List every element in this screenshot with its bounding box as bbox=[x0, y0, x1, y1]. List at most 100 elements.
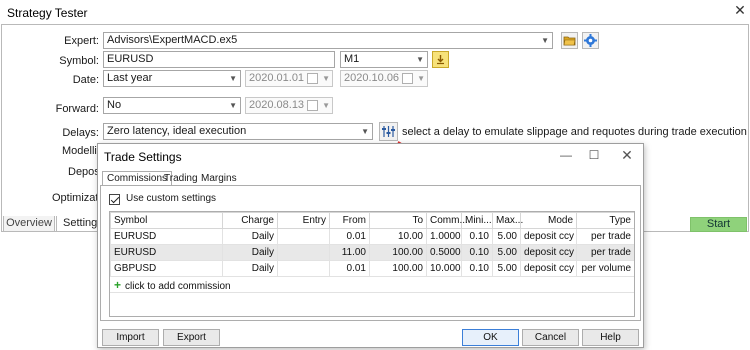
timeframe-select[interactable]: M1 ▼ bbox=[340, 51, 428, 68]
maximize-icon[interactable]: ☐ bbox=[584, 147, 604, 163]
close-icon[interactable]: ✕ bbox=[733, 3, 747, 17]
date-range-select[interactable]: Last year ▼ bbox=[103, 70, 241, 87]
column-header[interactable]: Charge bbox=[222, 212, 278, 229]
table-cell[interactable]: 0.10 bbox=[461, 228, 493, 245]
table-cell[interactable]: 10.00 bbox=[369, 228, 427, 245]
gear-icon[interactable] bbox=[582, 32, 599, 49]
commissions-table: Symbol Charge Entry From To Comm... Mini… bbox=[110, 212, 634, 277]
table-header-row: Symbol Charge Entry From To Comm... Mini… bbox=[110, 212, 634, 229]
column-header[interactable]: Type bbox=[576, 212, 634, 229]
table-cell[interactable]: Daily bbox=[222, 260, 278, 277]
column-header[interactable]: Mode bbox=[520, 212, 577, 229]
table-cell[interactable]: GBPUSD bbox=[110, 260, 223, 277]
forward-date-value: 2020.08.13 bbox=[249, 99, 305, 111]
column-header[interactable]: Max... bbox=[492, 212, 523, 229]
timeframe-value: M1 bbox=[344, 53, 360, 65]
dropdown-arrow-icon: ▼ bbox=[416, 55, 424, 64]
column-header[interactable]: To bbox=[369, 212, 427, 229]
plus-icon: + bbox=[114, 278, 122, 292]
tab-margins[interactable]: Margins bbox=[196, 171, 242, 186]
table-cell[interactable] bbox=[277, 244, 330, 261]
date-range-value: Last year bbox=[107, 72, 153, 84]
table-cell[interactable]: 0.01 bbox=[329, 260, 370, 277]
table-cell[interactable]: 5.00 bbox=[492, 228, 521, 245]
delay-settings-icon[interactable] bbox=[379, 122, 398, 141]
delays-select[interactable]: Zero latency, ideal execution ▼ bbox=[103, 123, 373, 140]
date-from-field[interactable]: 2020.01.01 ▼ bbox=[245, 70, 333, 87]
table-cell[interactable]: Daily bbox=[222, 228, 278, 245]
dropdown-arrow-icon: ▼ bbox=[541, 36, 549, 45]
table-cell[interactable]: 11.00 bbox=[329, 244, 370, 261]
delays-label: Delays: bbox=[62, 127, 99, 139]
commissions-panel: Use custom settings Symbol Charge Entry … bbox=[100, 185, 641, 321]
table-row[interactable]: GBPUSD Daily 0.01 100.00 10.0000 0.10 5.… bbox=[110, 260, 634, 277]
column-header[interactable]: Comm... bbox=[426, 212, 468, 229]
delays-value: Zero latency, ideal execution bbox=[107, 125, 247, 137]
folder-icon[interactable] bbox=[561, 32, 578, 49]
expert-value: Advisors\ExpertMACD.ex5 bbox=[107, 34, 238, 46]
table-cell[interactable]: 10.0000 bbox=[426, 260, 462, 277]
minimize-icon[interactable]: — bbox=[556, 147, 576, 163]
forward-date-field[interactable]: 2020.08.13 ▼ bbox=[245, 97, 333, 114]
table-cell[interactable]: per trade bbox=[576, 228, 634, 245]
table-row[interactable]: EURUSD Daily 0.01 10.00 1.0000 0.10 5.00… bbox=[110, 228, 634, 245]
column-header[interactable]: Entry bbox=[277, 212, 330, 229]
table-cell[interactable]: EURUSD bbox=[110, 228, 223, 245]
table-cell[interactable] bbox=[277, 260, 330, 277]
dropdown-arrow-icon: ▼ bbox=[229, 101, 237, 110]
download-icon[interactable] bbox=[432, 51, 449, 68]
symbol-input[interactable]: EURUSD bbox=[103, 51, 335, 68]
start-button[interactable]: Start bbox=[690, 217, 747, 232]
table-cell[interactable]: 0.10 bbox=[461, 260, 493, 277]
tab-overview[interactable]: Overview bbox=[3, 216, 55, 232]
table-cell[interactable]: 5.00 bbox=[492, 260, 521, 277]
symbol-label: Symbol: bbox=[59, 55, 99, 67]
cancel-button[interactable]: Cancel bbox=[522, 329, 579, 346]
table-cell[interactable]: 100.00 bbox=[369, 244, 427, 261]
add-commission-label: click to add commission bbox=[125, 281, 231, 292]
table-cell[interactable]: 0.01 bbox=[329, 228, 370, 245]
ok-button[interactable]: OK bbox=[462, 329, 519, 346]
dropdown-arrow-icon: ▼ bbox=[361, 127, 369, 136]
calendar-icon[interactable] bbox=[307, 73, 318, 84]
dropdown-arrow-icon: ▼ bbox=[417, 74, 425, 83]
table-cell[interactable]: EURUSD bbox=[110, 244, 223, 261]
table-cell[interactable]: 1.0000 bbox=[426, 228, 462, 245]
calendar-icon[interactable] bbox=[402, 73, 413, 84]
import-button[interactable]: Import bbox=[102, 329, 159, 346]
dropdown-arrow-icon: ▼ bbox=[322, 101, 330, 110]
forward-select[interactable]: No ▼ bbox=[103, 97, 241, 114]
table-row[interactable]: EURUSD Daily 11.00 100.00 0.5000 0.10 5.… bbox=[110, 244, 634, 261]
date-to-field[interactable]: 2020.10.06 ▼ bbox=[340, 70, 428, 87]
dropdown-arrow-icon: ▼ bbox=[229, 74, 237, 83]
table-cell[interactable] bbox=[277, 228, 330, 245]
symbol-value: EURUSD bbox=[107, 53, 154, 65]
column-header[interactable]: Mini... bbox=[461, 212, 493, 229]
date-to-value: 2020.10.06 bbox=[344, 72, 400, 84]
use-custom-checkbox[interactable] bbox=[109, 194, 120, 205]
table-cell[interactable]: 100.00 bbox=[369, 260, 427, 277]
table-cell[interactable]: per volume bbox=[576, 260, 634, 277]
table-cell[interactable]: per trade bbox=[576, 244, 634, 261]
table-cell[interactable]: 5.00 bbox=[492, 244, 521, 261]
tab-settings[interactable]: Settings bbox=[56, 216, 103, 232]
table-cell[interactable]: Daily bbox=[222, 244, 278, 261]
expert-select[interactable]: Advisors\ExpertMACD.ex5 ▼ bbox=[103, 32, 553, 49]
table-cell[interactable]: 0.10 bbox=[461, 244, 493, 261]
dialog-title: Trade Settings bbox=[104, 150, 182, 164]
table-cell[interactable]: deposit ccy bbox=[520, 260, 577, 277]
trade-settings-dialog: Trade Settings — ☐ ✕ Commissions Trading… bbox=[97, 143, 644, 348]
dropdown-arrow-icon: ▼ bbox=[322, 74, 330, 83]
export-button[interactable]: Export bbox=[163, 329, 220, 346]
delays-note: select a delay to emulate slippage and r… bbox=[402, 126, 747, 138]
table-cell[interactable]: 0.5000 bbox=[426, 244, 462, 261]
table-cell[interactable]: deposit ccy bbox=[520, 228, 577, 245]
use-custom-label: Use custom settings bbox=[126, 193, 217, 204]
help-button[interactable]: Help bbox=[582, 329, 639, 346]
calendar-icon[interactable] bbox=[307, 100, 318, 111]
column-header[interactable]: Symbol bbox=[110, 212, 223, 229]
column-header[interactable]: From bbox=[329, 212, 370, 229]
add-commission-row[interactable]: + click to add commission bbox=[110, 277, 634, 293]
table-cell[interactable]: deposit ccy bbox=[520, 244, 577, 261]
close-icon[interactable]: ✕ bbox=[617, 147, 637, 163]
